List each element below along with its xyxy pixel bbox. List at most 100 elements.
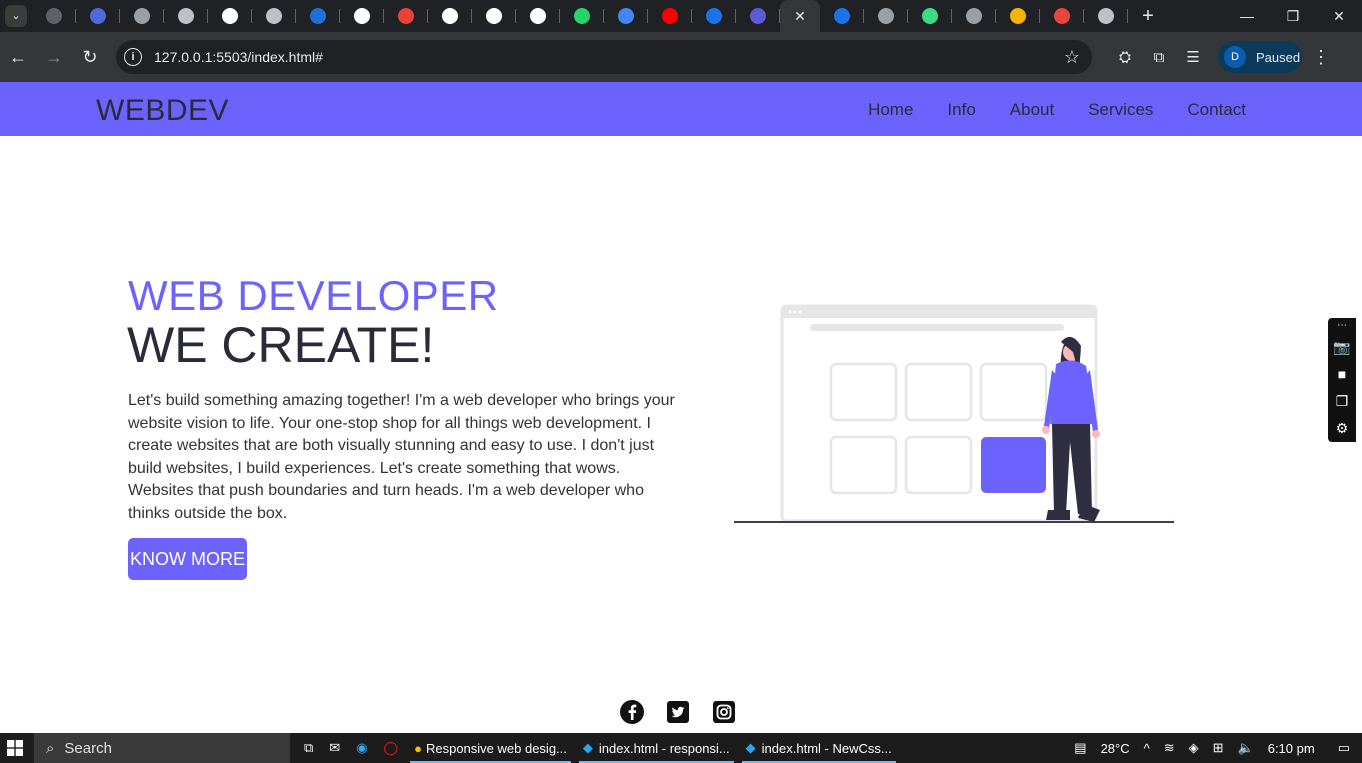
forward-button[interactable]: → (36, 39, 72, 75)
widget-menu-icon[interactable]: ⋯ (1328, 318, 1356, 334)
temperature[interactable]: 28°C (1101, 741, 1130, 756)
tab-favicon-icon (966, 8, 982, 24)
more-menu-icon[interactable]: ⋮ (1312, 47, 1330, 68)
url-text: 127.0.0.1:5503/index.html# (154, 49, 323, 65)
hero-illustration (734, 304, 1174, 523)
browser-tab[interactable] (736, 0, 780, 32)
nav-services[interactable]: Services (1088, 100, 1153, 120)
tab-favicon-icon (574, 8, 590, 24)
browser-tab[interactable] (908, 0, 952, 32)
browser-tab[interactable] (648, 0, 692, 32)
tab-favicon-icon (1054, 8, 1070, 24)
site-info-icon[interactable]: i (124, 48, 142, 66)
nav-about[interactable]: About (1010, 100, 1054, 120)
browser-tab[interactable] (516, 0, 560, 32)
facebook-icon[interactable] (620, 700, 644, 724)
browser-tab[interactable] (32, 0, 76, 32)
opera-icon[interactable]: ◯ (376, 733, 407, 763)
volume-icon[interactable]: 🔈 (1238, 740, 1254, 756)
windows-start-button[interactable] (0, 733, 30, 763)
hero-text: Let's build something amazing together! … (128, 392, 675, 522)
extensions-puzzle-icon[interactable]: ⧉ (1142, 49, 1176, 66)
browser-tab[interactable] (252, 0, 296, 32)
nav-info[interactable]: Info (947, 100, 975, 120)
back-button[interactable]: ← (0, 39, 36, 75)
media-control-icon[interactable]: ☰ (1176, 48, 1210, 66)
tab-favicon-icon (922, 8, 938, 24)
browser-tab[interactable] (864, 0, 908, 32)
browser-tab[interactable] (996, 0, 1040, 32)
tab-favicon-icon (662, 8, 678, 24)
task-view-icon[interactable]: ⧉ (296, 733, 321, 763)
chevron-up-icon[interactable]: ^ (1144, 741, 1150, 756)
clock[interactable]: 6:10 pm (1268, 741, 1315, 756)
browser-tab[interactable] (820, 0, 864, 32)
tab-favicon-icon (310, 8, 326, 24)
tab-active[interactable]: ✕ (780, 0, 820, 32)
weather-icon[interactable]: ▤ (1074, 740, 1086, 756)
windows-update-icon[interactable]: ⊞ (1213, 740, 1224, 756)
mail-icon[interactable]: ✉ (321, 733, 348, 763)
security-icon[interactable]: ◈ (1189, 740, 1199, 756)
tab-favicon-icon (1098, 8, 1114, 24)
taskbar-app-chrome[interactable]: ● Responsive web desig... (406, 733, 575, 763)
tab-favicon-icon (266, 8, 282, 24)
profile-button[interactable]: D Paused (1218, 41, 1302, 73)
browser-tab[interactable] (428, 0, 472, 32)
toolbar-actions: ⛭ ⧉ ☰ D Paused ⋮ (1108, 32, 1330, 82)
tab-favicon-icon (354, 8, 370, 24)
instagram-icon[interactable] (712, 700, 736, 724)
settings-gear-icon[interactable]: ⚙ (1328, 415, 1356, 442)
close-tab-icon[interactable]: ✕ (794, 8, 806, 25)
taskbar-search[interactable]: ⌕ Search (34, 733, 290, 763)
tab-favicon-icon (398, 8, 414, 24)
browser-tab[interactable] (76, 0, 120, 32)
wifi-icon[interactable]: ≋ (1164, 740, 1175, 756)
browser-tab[interactable] (384, 0, 428, 32)
nav-contact[interactable]: Contact (1187, 100, 1246, 120)
site-nav: Home Info About Services Contact (868, 100, 1246, 120)
minimize-button[interactable]: — (1224, 0, 1270, 32)
close-window-button[interactable]: ✕ (1316, 0, 1362, 32)
browser-tab[interactable] (164, 0, 208, 32)
know-more-button[interactable]: KNOW MORE (128, 538, 247, 580)
browser-tab[interactable] (692, 0, 736, 32)
taskbar-app-vscode-2[interactable]: ◆ index.html - NewCss... (738, 733, 900, 763)
browser-tab[interactable] (120, 0, 164, 32)
nav-home[interactable]: Home (868, 100, 913, 120)
tab-strip: ✕ (32, 0, 1128, 32)
browser-tab[interactable] (296, 0, 340, 32)
browser-tab[interactable] (1040, 0, 1084, 32)
tab-favicon-icon (530, 8, 546, 24)
search-label: Search (64, 739, 112, 757)
window-capture-icon[interactable]: ❐ (1328, 388, 1356, 415)
browser-tab[interactable] (604, 0, 648, 32)
new-tab-button[interactable]: + (1128, 0, 1168, 32)
notifications-icon[interactable]: ▭ (1338, 740, 1350, 756)
tab-search-button[interactable]: ⌄ (0, 0, 32, 32)
site-logo[interactable]: WEBDEV (96, 94, 229, 128)
browser-toolbar: ← → ↻ i 127.0.0.1:5503/index.html# ☆ ⛭ ⧉… (0, 32, 1362, 82)
browser-tab[interactable] (472, 0, 516, 32)
reload-button[interactable]: ↻ (72, 39, 108, 75)
camera-icon[interactable]: 📷 (1328, 334, 1356, 361)
browser-tab[interactable] (952, 0, 996, 32)
browser-tab[interactable] (560, 0, 604, 32)
tab-favicon-icon (834, 8, 850, 24)
bookmark-star-icon[interactable]: ☆ (1064, 47, 1080, 68)
windows-logo-icon (7, 740, 23, 756)
edge-icon[interactable]: ◉ (348, 733, 375, 763)
browser-tab[interactable] (208, 0, 252, 32)
twitter-icon[interactable] (666, 700, 690, 724)
extension-off-icon[interactable]: ⛭ (1108, 49, 1142, 66)
video-icon[interactable]: ■ (1328, 361, 1356, 388)
taskbar-app-vscode-1[interactable]: ◆ index.html - responsi... (575, 733, 738, 763)
tab-favicon-icon (134, 8, 150, 24)
address-bar[interactable]: i 127.0.0.1:5503/index.html# ☆ (116, 40, 1092, 74)
tab-favicon-icon (442, 8, 458, 24)
restore-button[interactable]: ❐ (1270, 0, 1316, 32)
search-icon: ⌕ (46, 739, 55, 757)
browser-tab[interactable] (340, 0, 384, 32)
browser-tab[interactable] (1084, 0, 1128, 32)
taskbar-app-label: index.html - responsi... (598, 740, 730, 756)
